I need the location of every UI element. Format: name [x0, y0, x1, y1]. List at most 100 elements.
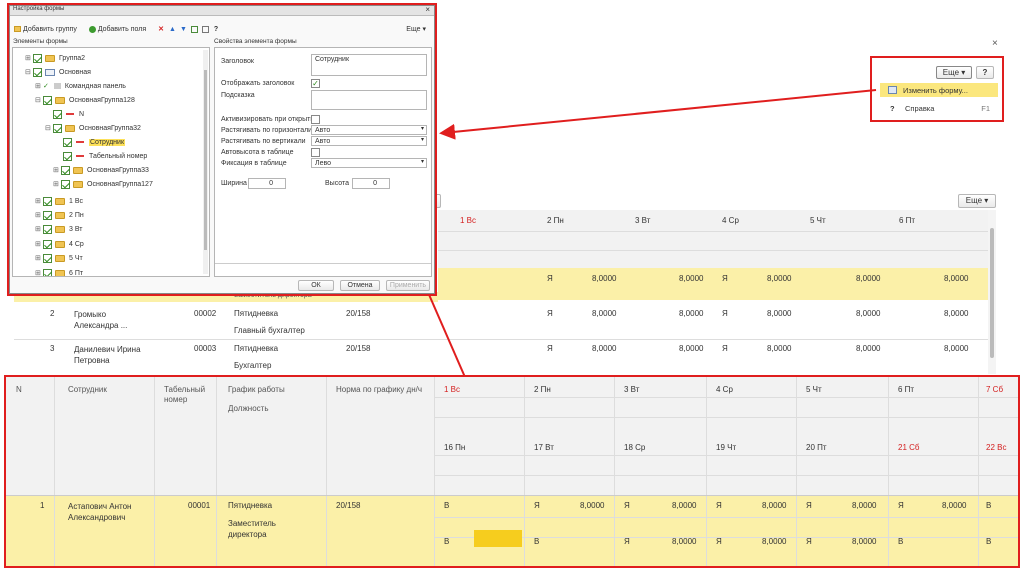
day-cell[interactable]: Я	[806, 501, 812, 510]
result-table: N Сотрудник Табельный номер График работ…	[6, 377, 1018, 566]
tree-item[interactable]: ⊞ 5 Чт	[13, 251, 83, 265]
day-header: 22 Вс	[986, 443, 1007, 452]
tree-item[interactable]: N	[13, 107, 84, 121]
add-group-button[interactable]: Добавить группу	[23, 26, 77, 33]
tree-item[interactable]: ⊟ ОсновнаяГруппа32	[13, 121, 141, 135]
day-cell[interactable]: 8,0000	[762, 537, 786, 546]
tree-item[interactable]: ⊞ 4 Ср	[13, 237, 84, 251]
folder-icon	[55, 269, 65, 276]
dialog-titlebar: Настройка формы ×	[10, 5, 434, 16]
autoheight-checkbox[interactable]	[311, 148, 320, 157]
tree-item[interactable]: ⊞ 2 Пн	[13, 208, 84, 222]
col-header-norm[interactable]: Норма по графику дн/ч	[336, 385, 422, 394]
checkbox-checked-icon[interactable]	[61, 179, 70, 189]
tree-scroll-thumb[interactable]	[204, 70, 207, 250]
day-cell[interactable]: Я	[624, 501, 630, 510]
stretch-v-select[interactable]: Авто ▾	[311, 136, 427, 146]
activate-checkbox[interactable]	[311, 115, 320, 124]
tree-item[interactable]: ⊞ ✓ Командная панель	[13, 79, 126, 93]
day-cell[interactable]: Я	[716, 537, 722, 546]
tree-item[interactable]: ⊟ ОсновнаяГруппа128	[13, 93, 135, 107]
day-cell[interactable]: 8,0000	[942, 501, 966, 510]
checkbox-checked-icon[interactable]	[43, 210, 52, 220]
day-cell[interactable]: В	[534, 537, 539, 546]
day-header: 19 Чт	[716, 443, 737, 452]
checkbox-checked-icon[interactable]	[43, 95, 52, 105]
dialog-help-button[interactable]: ?	[214, 26, 218, 33]
fix-select[interactable]: Лево ▾	[311, 158, 427, 168]
delete-icon[interactable]: ✕	[158, 25, 164, 33]
tree-item[interactable]: ⊞ 6 Пт	[13, 266, 83, 276]
move-up-icon[interactable]: ▲	[169, 26, 176, 33]
day-cell[interactable]: В	[986, 501, 991, 510]
tree-item[interactable]: ⊟ Основная	[13, 65, 91, 79]
day-cell[interactable]: Я	[624, 537, 630, 546]
day-cell[interactable]: В	[986, 537, 991, 546]
tree-item-selected[interactable]: Сотрудник	[13, 135, 126, 149]
day-cell[interactable]: Я	[898, 501, 904, 510]
title-field[interactable]: Сотрудник	[311, 54, 427, 76]
checkbox-checked-icon[interactable]	[63, 137, 72, 147]
apply-button[interactable]: Применить	[386, 280, 430, 291]
tree-item[interactable]: ⊞ ОсновнаяГруппа33	[13, 163, 149, 177]
elements-tree[interactable]: ⊞ Группа2 ⊟ Основная ⊞ ✓ Командная панель ⊟ О…	[12, 47, 210, 277]
tree-item[interactable]: ⊞ 1 Вс	[13, 194, 83, 208]
day-cell[interactable]: 8,0000	[852, 537, 876, 546]
tree-item[interactable]: ⊞ ОсновнаяГруппа127	[13, 177, 153, 191]
checkbox-checked-icon[interactable]	[53, 123, 62, 133]
height-field[interactable]: 0	[352, 178, 390, 189]
settings-icon[interactable]	[190, 25, 198, 33]
copy-icon[interactable]	[201, 25, 209, 33]
col-header-schedule[interactable]: График работы	[228, 385, 285, 394]
checkbox-checked-icon[interactable]	[43, 239, 52, 249]
checkbox-checked-icon[interactable]	[61, 165, 70, 175]
day-cell[interactable]: В	[444, 537, 449, 546]
day-header: 21 Сб	[898, 443, 920, 452]
day-cell[interactable]: 8,0000	[580, 501, 604, 510]
day-cell[interactable]: Я	[534, 501, 540, 510]
day-cell[interactable]: В	[898, 537, 903, 546]
elements-header: Элементы формы	[13, 38, 68, 45]
tree-item[interactable]: Табельный номер	[13, 149, 147, 163]
add-fields-button[interactable]: Добавить поля	[98, 26, 146, 33]
row-norm: 20/158	[336, 501, 361, 510]
row-tab-number: 00001	[188, 501, 211, 510]
tree-item[interactable]: ⊞ 3 Вт	[13, 222, 82, 236]
hint-field[interactable]	[311, 90, 427, 110]
fix-label: Фиксация в таблице	[221, 160, 287, 167]
show-title-checkbox[interactable]: ✓	[311, 79, 320, 88]
day-cell[interactable]: 8,0000	[672, 501, 696, 510]
stretch-h-select[interactable]: Авто ▾	[311, 125, 427, 135]
col-header-position[interactable]: Должность	[228, 404, 269, 413]
checkbox-checked-icon[interactable]	[43, 224, 52, 234]
checkbox-checked-icon[interactable]	[43, 268, 52, 276]
day-cell[interactable]: Я	[716, 501, 722, 510]
dialog-more-label: Еще	[406, 26, 421, 33]
checkbox-checked-icon[interactable]	[33, 67, 42, 77]
cancel-button[interactable]: Отмена	[340, 280, 380, 291]
ok-button[interactable]: ОК	[298, 280, 334, 291]
dialog-more-button[interactable]: Еще ▾	[406, 25, 426, 33]
dialog-close-icon[interactable]: ×	[425, 5, 430, 14]
col-header-tab-number[interactable]: Табельный номер	[164, 385, 214, 405]
tree-scrollbar[interactable]	[203, 50, 208, 274]
folder-icon	[55, 197, 65, 205]
day-header: 3 Вт	[624, 385, 640, 394]
day-cell[interactable]: 8,0000	[852, 501, 876, 510]
day-cell[interactable]: Я	[806, 537, 812, 546]
col-header-employee[interactable]: Сотрудник	[68, 385, 107, 394]
checkbox-checked-icon[interactable]	[53, 109, 62, 119]
width-field[interactable]: 0	[248, 178, 286, 189]
tree-item[interactable]: ⊞ Группа2	[13, 51, 85, 65]
current-cell[interactable]	[474, 530, 522, 547]
day-cell[interactable]: 8,0000	[672, 537, 696, 546]
checkbox-checked-icon[interactable]	[43, 253, 52, 263]
checkbox-checked-icon[interactable]	[33, 53, 42, 63]
day-cell[interactable]: В	[444, 501, 449, 510]
col-header-n[interactable]: N	[16, 385, 22, 394]
move-down-icon[interactable]: ▼	[180, 26, 187, 33]
day-cell[interactable]: 8,0000	[762, 501, 786, 510]
checkbox-checked-icon[interactable]	[43, 196, 52, 206]
checkbox-checked-icon[interactable]	[63, 151, 72, 161]
folder-icon	[55, 225, 65, 233]
